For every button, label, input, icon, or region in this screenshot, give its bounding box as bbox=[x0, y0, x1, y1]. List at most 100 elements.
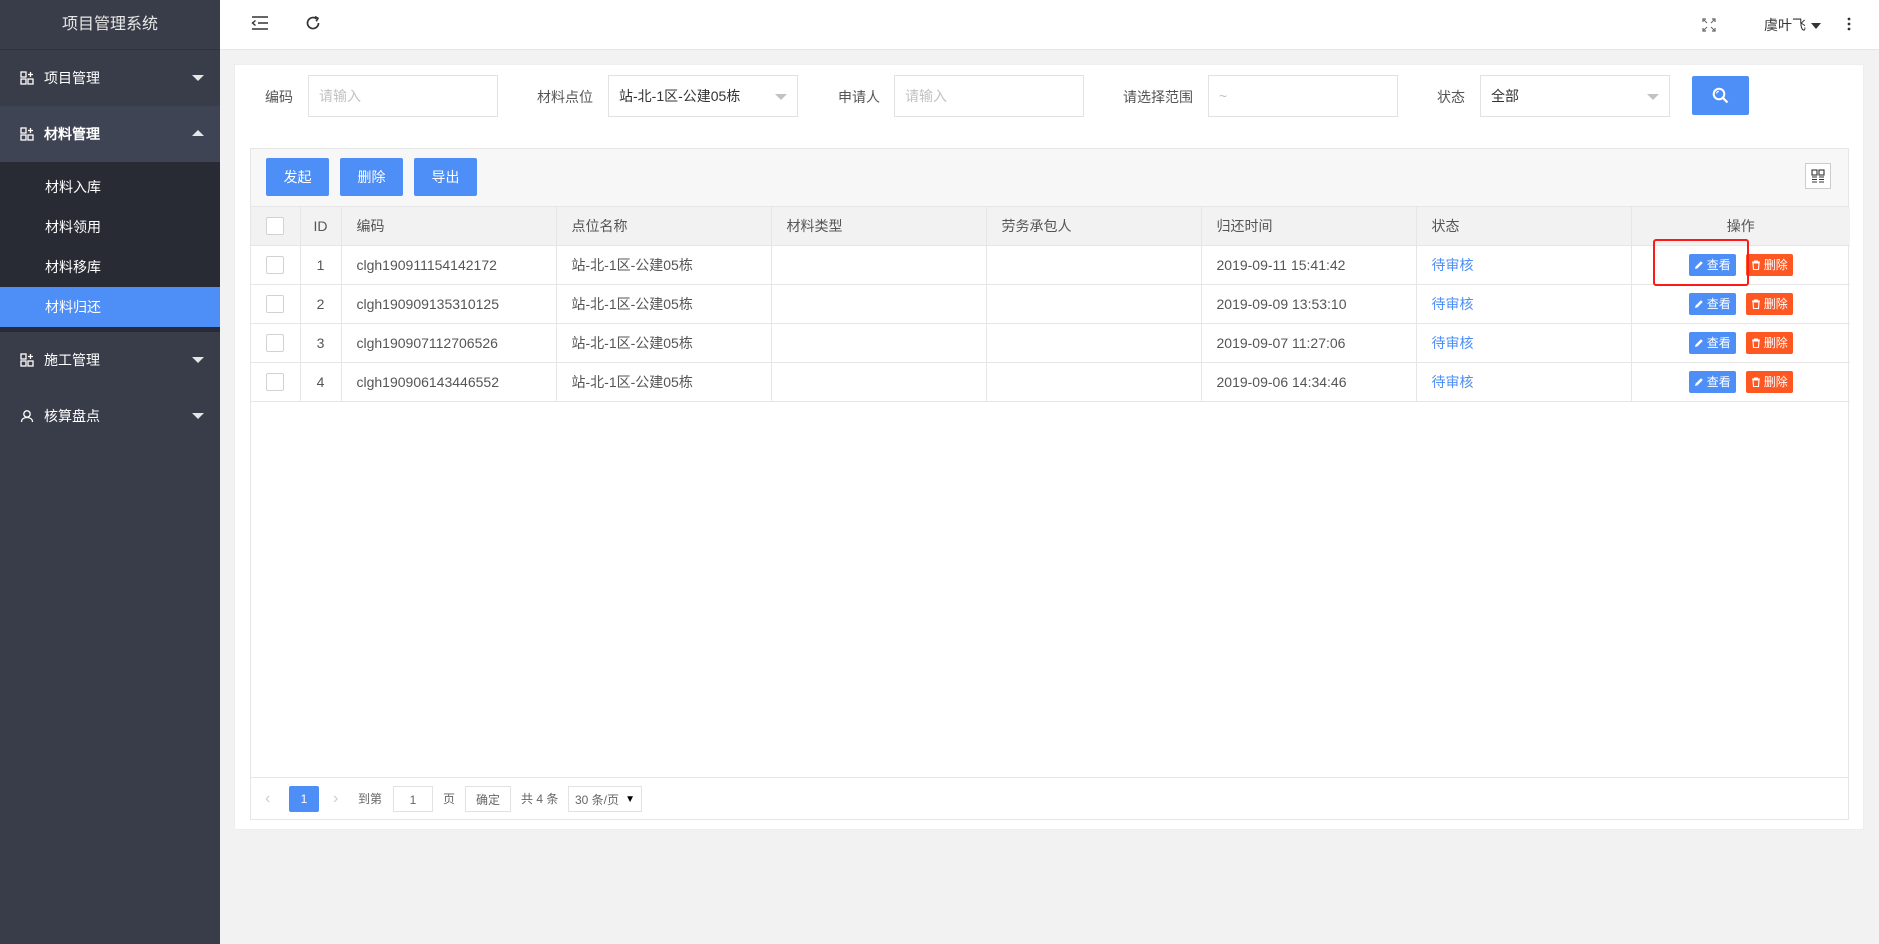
table-row: 3 clgh190907112706526 站-北-1区-公建05栋 2019-… bbox=[251, 323, 1850, 363]
page-size-select[interactable]: 30 条/页 ▼ bbox=[568, 786, 642, 812]
status-link[interactable]: 待审核 bbox=[1432, 374, 1474, 390]
search-button[interactable] bbox=[1692, 76, 1749, 115]
sidebar-item-transfer[interactable]: 材料移库 bbox=[0, 247, 220, 287]
row-delete-button[interactable]: 删除 bbox=[1745, 331, 1793, 354]
search-icon bbox=[1712, 87, 1729, 104]
top-header: 虞叶飞 bbox=[220, 0, 1879, 50]
row-checkbox[interactable] bbox=[266, 333, 285, 352]
user-icon bbox=[20, 409, 34, 423]
site-select-value: 站-北-1区-公建05栋 bbox=[619, 88, 741, 104]
table-row: 1 clgh190911154142172 站-北-1区-公建05栋 2019-… bbox=[251, 245, 1850, 285]
view-button[interactable]: 查看 bbox=[1688, 292, 1736, 315]
start-button[interactable]: 发起 bbox=[266, 158, 329, 196]
delete-label: 删除 bbox=[1763, 296, 1788, 311]
table-row: 2 clgh190909135310125 站-北-1区-公建05栋 2019-… bbox=[251, 284, 1850, 324]
trash-icon bbox=[1751, 298, 1760, 309]
chevron-down-icon bbox=[192, 75, 204, 81]
cell-return-time: 2019-09-09 13:53:10 bbox=[1201, 284, 1417, 324]
filter-bar: 编码 材料点位 站-北-1区-公建05栋 申请人 请选择范围 状态 全部 bbox=[235, 65, 1863, 147]
row-delete-button[interactable]: 删除 bbox=[1745, 253, 1793, 276]
view-label: 查看 bbox=[1706, 335, 1731, 350]
row-delete-button[interactable]: 删除 bbox=[1745, 292, 1793, 315]
status-link[interactable]: 待审核 bbox=[1432, 335, 1474, 351]
cell-material-type bbox=[771, 284, 987, 324]
more-vertical-icon[interactable] bbox=[1839, 15, 1859, 35]
column-filter-button[interactable] bbox=[1805, 163, 1831, 189]
prev-page-icon[interactable]: ‹ bbox=[265, 786, 270, 812]
caret-down-icon bbox=[1811, 23, 1821, 30]
applicant-input[interactable] bbox=[894, 75, 1084, 117]
range-label: 请选择范围 bbox=[1123, 89, 1193, 105]
caret-down-icon: ▼ bbox=[625, 794, 635, 805]
view-button[interactable]: 查看 bbox=[1688, 253, 1736, 276]
goto-page-input[interactable]: 1 bbox=[393, 786, 433, 812]
row-checkbox[interactable] bbox=[266, 372, 285, 391]
chevron-down-icon bbox=[192, 357, 204, 363]
status-link[interactable]: 待审核 bbox=[1432, 296, 1474, 312]
site-label: 材料点位 bbox=[537, 89, 593, 105]
cell-contractor bbox=[986, 323, 1202, 363]
row-delete-button[interactable]: 删除 bbox=[1745, 370, 1793, 393]
sidebar-item-stock-in[interactable]: 材料入库 bbox=[0, 167, 220, 207]
apps-icon bbox=[20, 71, 34, 85]
page-current[interactable]: 1 bbox=[289, 786, 319, 812]
cell-contractor bbox=[986, 284, 1202, 324]
cell-code: clgh190909135310125 bbox=[341, 284, 557, 324]
nav-submenu: 材料入库 材料领用 材料移库 材料归还 bbox=[0, 162, 220, 332]
menu-collapse-icon[interactable] bbox=[250, 15, 270, 35]
nav-group-label: 项目管理 bbox=[44, 70, 100, 86]
cell-code: clgh190911154142172 bbox=[341, 245, 557, 285]
next-page-icon[interactable]: › bbox=[333, 786, 338, 812]
header-contractor: 劳务承包人 bbox=[986, 207, 1202, 246]
code-label: 编码 bbox=[265, 89, 293, 105]
date-range-input[interactable] bbox=[1208, 75, 1398, 117]
caret-down-icon bbox=[775, 94, 787, 100]
cell-material-type bbox=[771, 323, 987, 363]
nav-group-material[interactable]: 材料管理 bbox=[0, 106, 220, 162]
sidebar-item-return[interactable]: 材料归还 bbox=[0, 287, 220, 327]
cell-site: 站-北-1区-公建05栋 bbox=[556, 245, 772, 285]
app-title: 项目管理系统 bbox=[0, 0, 220, 50]
data-table-container: 发起 删除 导出 ID 编码 点位名称 材料类型 劳务承包人 归还时间 状态 操… bbox=[250, 148, 1850, 820]
header-material-type: 材料类型 bbox=[771, 207, 987, 246]
delete-label: 删除 bbox=[1763, 257, 1788, 272]
nav-group-construction[interactable]: 施工管理 bbox=[0, 332, 220, 388]
return-table: ID 编码 点位名称 材料类型 劳务承包人 归还时间 状态 操作 1 clgh1… bbox=[251, 207, 1850, 402]
site-select[interactable]: 站-北-1区-公建05栋 bbox=[608, 75, 798, 117]
view-button[interactable]: 查看 bbox=[1688, 370, 1736, 393]
view-label: 查看 bbox=[1706, 257, 1731, 272]
nav-group-accounting[interactable]: 核算盘点 bbox=[0, 388, 220, 444]
code-input[interactable] bbox=[308, 75, 498, 117]
fullscreen-icon[interactable] bbox=[1699, 16, 1719, 36]
cell-code: clgh190907112706526 bbox=[341, 323, 557, 363]
status-select-value: 全部 bbox=[1491, 88, 1519, 104]
columns-icon bbox=[1811, 169, 1825, 183]
select-all-checkbox[interactable] bbox=[266, 216, 285, 235]
cell-code: clgh190906143446552 bbox=[341, 362, 557, 402]
cell-site: 站-北-1区-公建05栋 bbox=[556, 323, 772, 363]
refresh-icon[interactable] bbox=[303, 15, 323, 35]
view-label: 查看 bbox=[1706, 296, 1731, 311]
cell-id: 4 bbox=[300, 362, 342, 402]
header-status: 状态 bbox=[1416, 207, 1632, 246]
export-button[interactable]: 导出 bbox=[414, 158, 477, 196]
chevron-up-icon bbox=[192, 130, 204, 136]
confirm-page-button[interactable]: 确定 bbox=[465, 786, 511, 812]
status-select[interactable]: 全部 bbox=[1480, 75, 1670, 117]
table-header-row: ID 编码 点位名称 材料类型 劳务承包人 归还时间 状态 操作 bbox=[251, 207, 1850, 246]
pagination: ‹ 1 › 到第 1 页 确定 共 4 条 30 条/页 ▼ bbox=[251, 777, 1848, 819]
row-checkbox[interactable] bbox=[266, 294, 285, 313]
delete-label: 删除 bbox=[1763, 374, 1788, 389]
cell-id: 1 bbox=[300, 245, 342, 285]
delete-button[interactable]: 删除 bbox=[340, 158, 403, 196]
status-link[interactable]: 待审核 bbox=[1432, 257, 1474, 273]
view-button[interactable]: 查看 bbox=[1688, 331, 1736, 354]
user-menu[interactable]: 虞叶飞 bbox=[1764, 15, 1821, 35]
nav-group-project[interactable]: 项目管理 bbox=[0, 50, 220, 106]
header-actions: 操作 bbox=[1631, 207, 1850, 246]
cell-material-type bbox=[771, 245, 987, 285]
total-count: 共 4 条 bbox=[521, 792, 559, 806]
sidebar-item-requisition[interactable]: 材料领用 bbox=[0, 207, 220, 247]
row-checkbox[interactable] bbox=[266, 255, 285, 274]
select-all-cell bbox=[251, 207, 301, 246]
